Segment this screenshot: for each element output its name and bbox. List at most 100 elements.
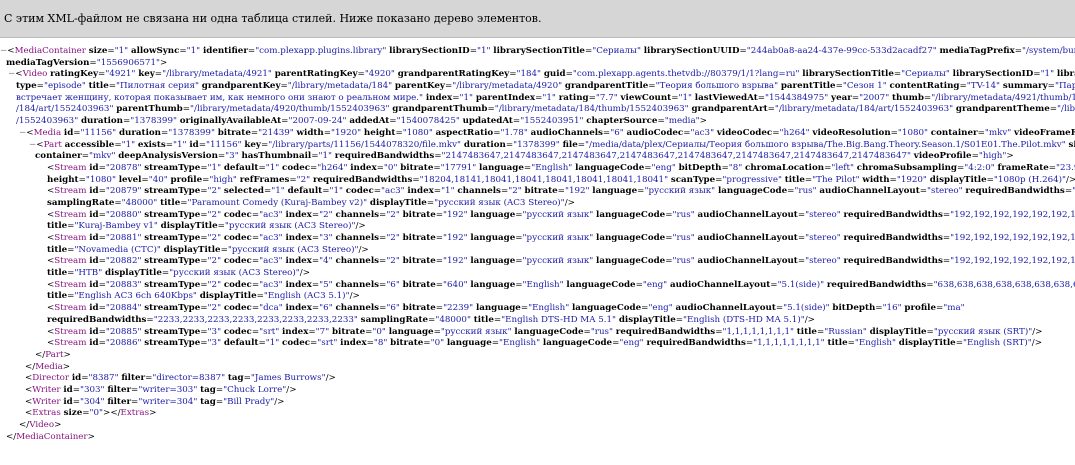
attribute-equals: =	[114, 139, 122, 150]
xml-line: /1552403963" duration = "1378399" original…	[0, 116, 1075, 128]
attribute-equals: =	[767, 104, 775, 115]
attribute-name: grandparentTheme	[955, 104, 1050, 115]
attribute-value: "Пилотная серия"	[116, 81, 199, 92]
attribute-name: requiredBandwidths	[965, 186, 1065, 197]
tag-bracket: </	[110, 408, 121, 419]
attribute-value: "2"	[207, 209, 222, 220]
attribute-name: languageCode	[575, 162, 645, 173]
tag-bracket: >	[149, 408, 157, 419]
attribute-name: channels	[335, 256, 380, 267]
attribute-name: frameRate	[997, 162, 1049, 173]
attribute-equals: =	[919, 186, 928, 197]
xml-line: type="episode" title="Пилотная серия" gr…	[0, 81, 1075, 93]
attribute-name: requiredBandwidths	[843, 233, 943, 243]
attribute-value: "/library/metadata/4920/thumb/1552403963…	[190, 104, 390, 115]
attribute-equals: =	[1033, 69, 1041, 80]
attribute-value: "/library/metadata/4920"	[452, 81, 563, 92]
tag-name: Director	[32, 373, 70, 384]
attribute-name: identifier	[202, 46, 248, 56]
attribute-name: displayTitle	[618, 314, 676, 325]
attribute-name: title	[47, 244, 68, 255]
attribute-value: "20883"	[105, 279, 142, 290]
attribute-value: "1556906571"	[96, 57, 160, 68]
attribute-equals: =	[36, 81, 44, 92]
attribute-name: filter	[107, 396, 132, 407]
attribute-equals: =	[200, 326, 208, 337]
xml-line: −<Part accessible="1" exists="1" id="111…	[0, 140, 1075, 152]
attribute-equals: =	[72, 384, 80, 395]
attribute-equals: =	[217, 221, 225, 232]
attribute-value: "1540078425"	[396, 116, 460, 127]
attribute-value: "2"	[386, 256, 400, 267]
attribute-name: codec	[282, 162, 311, 173]
attribute-equals: =	[98, 162, 106, 173]
attribute-name: default	[223, 162, 259, 173]
attribute-name: default	[287, 186, 323, 197]
attribute-value: "English (AC3 5.1)"	[263, 291, 350, 302]
tag-name: Stream	[54, 162, 87, 173]
attribute-value: "James Burrows"	[250, 373, 326, 384]
attribute-equals: =	[675, 314, 684, 325]
xml-line: <Stream id="20878" streamType="1" defaul…	[0, 163, 1075, 175]
attribute-value: "2"	[296, 174, 311, 185]
attribute-value: "0"	[383, 162, 398, 173]
attribute-value: "1"	[121, 139, 136, 150]
attribute-equals: =	[847, 338, 855, 349]
attribute-name: container	[930, 127, 978, 138]
attribute-equals: =	[890, 127, 898, 138]
attribute-equals: =	[1047, 81, 1055, 92]
attribute-name: width	[296, 127, 324, 138]
attribute-name: scanType	[670, 174, 716, 185]
attribute-equals: =	[200, 279, 208, 290]
attribute-value: "/library/metadata/184/theme"	[1057, 104, 1075, 115]
attribute-value: "director=8387"	[152, 373, 226, 384]
attribute-equals: =	[373, 186, 382, 197]
attribute-equals: =	[243, 373, 251, 384]
closing-tag-name: Video	[29, 420, 55, 430]
attribute-value: "1920"	[331, 127, 362, 138]
attribute-value: "eng"	[651, 162, 676, 173]
attribute-name: language	[475, 303, 521, 314]
attribute-name: displayTitle	[163, 244, 221, 255]
attribute-equals: =	[258, 162, 266, 173]
attribute-value: "8"	[728, 162, 743, 173]
attribute-name: bitrate	[402, 233, 436, 243]
attribute-equals: =	[435, 233, 444, 243]
attribute-equals: =	[977, 127, 985, 138]
attribute-name: hasThumbnail	[241, 151, 312, 162]
attribute-equals: =	[200, 162, 208, 173]
attribute-value: "244ab0a8-aa24-437e-99cc-533d2acadf27"	[746, 46, 937, 56]
attribute-name: bitrate	[402, 256, 436, 267]
attribute-value: "6"	[386, 279, 400, 290]
attribute-name: requiredBandwidths	[312, 174, 413, 185]
attribute-equals: =	[72, 396, 80, 407]
attribute-value-continuation: /184/art/1552403963"	[16, 104, 114, 115]
tag-bracket: </	[19, 420, 30, 430]
attribute-name: displayTitle	[199, 291, 257, 302]
attribute-value: "rus"	[672, 256, 695, 267]
attribute-equals: =	[200, 303, 208, 314]
attribute-value: "русский язык"	[522, 233, 594, 243]
attribute-name: audioCodec	[626, 127, 684, 138]
attribute-name: audioChannels	[530, 127, 603, 138]
attribute-name: librarySectionKey	[1056, 69, 1075, 80]
attribute-value: "mkv"	[984, 127, 1012, 138]
attribute-equals: =	[1049, 104, 1058, 115]
attribute-name: displayTitle	[929, 174, 987, 185]
attribute-equals: =	[588, 92, 596, 103]
attribute-name: librarySectionID	[952, 69, 1034, 80]
attribute-value: "русский язык"	[440, 326, 512, 337]
attribute-value: "20879"	[105, 186, 142, 197]
tag-name: Stream	[54, 279, 87, 290]
tag-bracket: />	[804, 314, 815, 325]
attribute-equals: =	[108, 81, 117, 92]
attribute-value: "Kuraj-Bambey v1"	[74, 221, 158, 232]
attribute-name: filter	[107, 384, 132, 395]
tag-name: Stream	[54, 256, 87, 267]
attribute-equals: =	[179, 46, 187, 56]
attribute-value: "/library/metadata/184/thumb/1552403963"	[494, 104, 689, 115]
attribute-value: "stereo"	[805, 209, 841, 220]
attribute-value: "eng"	[619, 338, 644, 349]
attribute-name: year	[831, 92, 852, 103]
attribute-name: title	[796, 326, 817, 337]
